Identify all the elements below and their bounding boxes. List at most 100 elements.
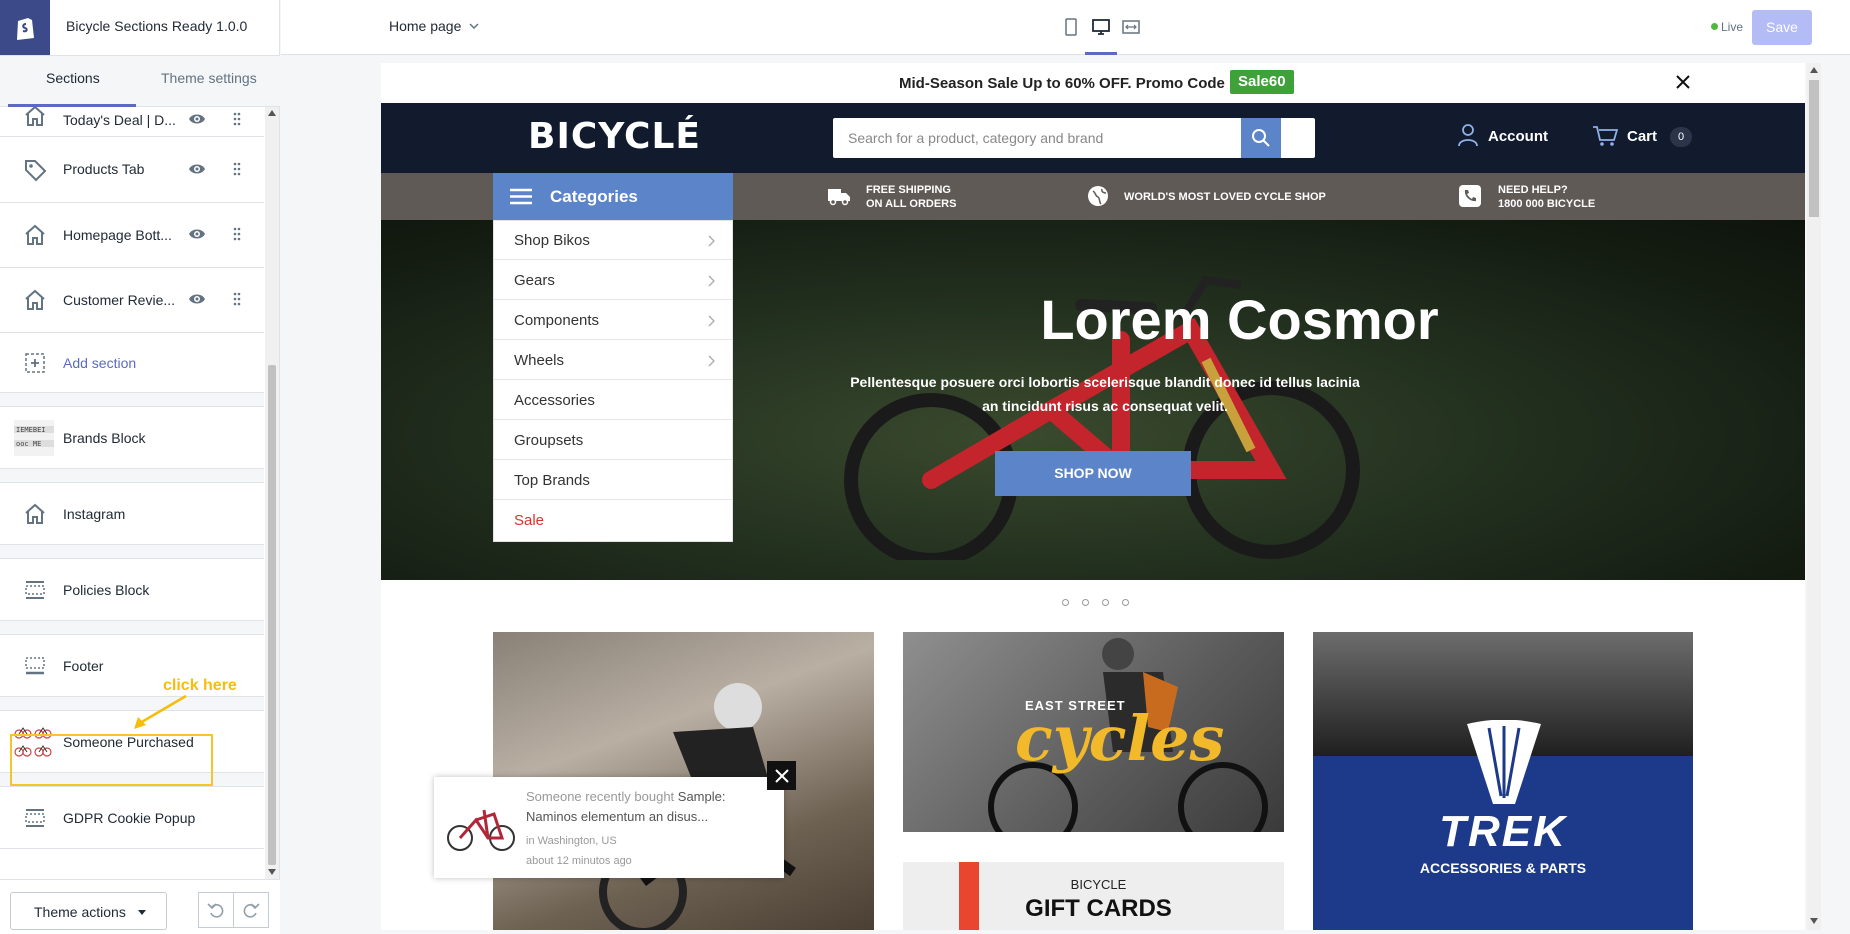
feature-loved-shop: WORLD'S MOST LOVED CYCLE SHOP	[1124, 190, 1326, 204]
tab-theme-settings[interactable]: Theme settings	[161, 70, 257, 86]
store-header: BICYCLÉ Search for a product, category a…	[381, 103, 1805, 173]
theme-editor-sidebar: Bicycle Sections Ready 1.0.0 Sections Th…	[0, 0, 280, 934]
categories-label: Categories	[550, 187, 638, 206]
promo-code-badge: Sale60	[1230, 70, 1294, 94]
svg-text:IEMEBEI: IEMEBEI	[16, 426, 46, 434]
search-icon	[1252, 129, 1270, 147]
menu-item-gears[interactable]: Gears	[494, 261, 732, 300]
add-section-button[interactable]: Add section	[0, 333, 264, 393]
slider-dot[interactable]	[1102, 599, 1109, 606]
popup-time: about 12 minutos ago	[526, 855, 632, 867]
close-icon[interactable]	[1675, 74, 1691, 90]
section-label: Today's Deal | D...	[63, 112, 176, 128]
drag-handle-icon[interactable]	[233, 292, 241, 306]
scroll-down-icon[interactable]	[1810, 918, 1818, 924]
section-item-gdpr-cookie-popup[interactable]: GDPR Cookie Popup	[0, 787, 264, 849]
section-item-customer-reviews[interactable]: Customer Revie...	[0, 268, 264, 333]
preview-scroll-thumb[interactable]	[1809, 80, 1819, 217]
tile-trek-accessories[interactable]: TREK ACCESSORIES & PARTS	[1313, 632, 1693, 930]
menu-item-shop-bikes[interactable]: Shop Bikos	[494, 221, 732, 260]
eye-icon[interactable]	[188, 112, 206, 126]
theme-actions-button[interactable]: Theme actions	[10, 892, 167, 930]
chevron-right-icon	[708, 275, 715, 287]
slider-dot[interactable]	[1082, 599, 1089, 606]
search-button[interactable]	[1241, 118, 1281, 158]
truck-icon	[828, 189, 850, 206]
shop-now-button[interactable]: SHOP NOW	[995, 451, 1191, 496]
categories-toggle[interactable]: Categories	[493, 173, 733, 220]
page-selector[interactable]: Home page	[389, 18, 479, 34]
eye-icon[interactable]	[188, 292, 206, 306]
slider-dot[interactable]	[1122, 599, 1129, 606]
globe-icon	[1088, 186, 1108, 206]
gift-card-small-label: BICYCLE	[1070, 877, 1127, 892]
undo-icon	[207, 903, 224, 918]
desktop-view-icon[interactable]	[1090, 17, 1112, 37]
divider	[0, 469, 264, 483]
theme-name: Bicycle Sections Ready 1.0.0	[66, 18, 248, 34]
menu-item-components[interactable]: Components	[494, 301, 732, 340]
slider-dot[interactable]	[1062, 599, 1069, 606]
section-item-homepage-bottom[interactable]: Homepage Bott...	[0, 203, 264, 268]
search-placeholder: Search for a product, category and brand	[848, 130, 1104, 146]
store-nav-bar: Categories FREE SHIPPING ON ALL ORDERS W…	[381, 173, 1805, 220]
section-item-products-tab[interactable]: Products Tab	[0, 137, 264, 203]
popup-prefix: Someone recently bought	[526, 789, 675, 804]
tab-sections[interactable]: Sections	[46, 70, 100, 86]
tile-east-street-cycles[interactable]: EAST STREET cycles	[903, 632, 1284, 832]
page-selector-label: Home page	[389, 18, 462, 34]
popup-message: Someone recently bought Sample: Naminos …	[526, 787, 766, 827]
section-item-brands-block[interactable]: IEMEBEI ooc ME Brands Block	[0, 407, 264, 469]
redo-button[interactable]	[233, 892, 269, 928]
drag-handle-icon[interactable]	[233, 162, 241, 176]
divider	[0, 545, 264, 559]
drag-handle-icon[interactable]	[233, 112, 241, 126]
sidebar-scroll-thumb[interactable]	[268, 365, 276, 865]
section-item-instagram[interactable]: Instagram	[0, 483, 264, 545]
phone-icon	[1459, 185, 1481, 207]
menu-item-label: Sale	[514, 512, 545, 529]
divider	[0, 621, 264, 635]
cart-icon[interactable]	[1592, 125, 1618, 147]
eye-icon[interactable]	[188, 227, 206, 241]
shopify-logo-icon[interactable]	[0, 0, 50, 55]
mobile-view-icon[interactable]	[1060, 17, 1082, 37]
eye-icon[interactable]	[188, 162, 206, 176]
account-link[interactable]: Account	[1488, 128, 1548, 145]
scroll-down-icon[interactable]	[268, 869, 276, 875]
menu-item-wheels[interactable]: Wheels	[494, 341, 732, 380]
sidebar-footer: Theme actions	[0, 879, 280, 934]
drag-handle-icon[interactable]	[233, 227, 241, 241]
section-label: Homepage Bott...	[63, 227, 172, 243]
divider	[0, 393, 264, 407]
cart-link[interactable]: Cart	[1627, 128, 1657, 145]
home-icon	[25, 503, 45, 524]
someone-purchased-popup[interactable]: Someone recently bought Sample: Naminos …	[434, 777, 784, 878]
menu-item-sale[interactable]: Sale	[494, 501, 732, 540]
live-status: Live	[1721, 20, 1744, 34]
tile-gift-cards[interactable]: BICYCLE GIFT CARDS	[903, 862, 1284, 930]
save-button[interactable]: Save	[1752, 10, 1812, 45]
chevron-right-icon	[708, 355, 715, 367]
home-icon	[25, 224, 45, 245]
menu-item-accessories[interactable]: Accessories	[494, 381, 732, 420]
store-logo[interactable]: BICYCLÉ	[528, 116, 701, 157]
scroll-up-icon[interactable]	[268, 110, 276, 116]
cart-count-badge: 0	[1670, 127, 1692, 147]
section-label: Customer Revie...	[63, 292, 176, 308]
undo-button[interactable]	[198, 892, 234, 928]
menu-item-top-brands[interactable]: Top Brands	[494, 461, 732, 500]
feature-line: NEED HELP?	[1498, 184, 1568, 196]
account-icon[interactable]	[1457, 123, 1479, 147]
sidebar-tabs: Sections Theme settings	[0, 55, 280, 107]
caret-down-icon	[138, 910, 146, 915]
section-item-todays-deal[interactable]: Today's Deal | D...	[0, 107, 264, 137]
menu-item-groupsets[interactable]: Groupsets	[494, 421, 732, 460]
popup-close-button[interactable]	[767, 761, 796, 790]
editor-topbar: Home page Live Save	[281, 0, 1850, 55]
section-item-policies-block[interactable]: Policies Block	[0, 559, 264, 621]
fullscreen-view-icon[interactable]	[1120, 17, 1142, 37]
scroll-up-icon[interactable]	[1810, 67, 1818, 73]
close-icon	[774, 768, 789, 783]
feature-line: WORLD'S MOST LOVED CYCLE SHOP	[1124, 191, 1326, 203]
